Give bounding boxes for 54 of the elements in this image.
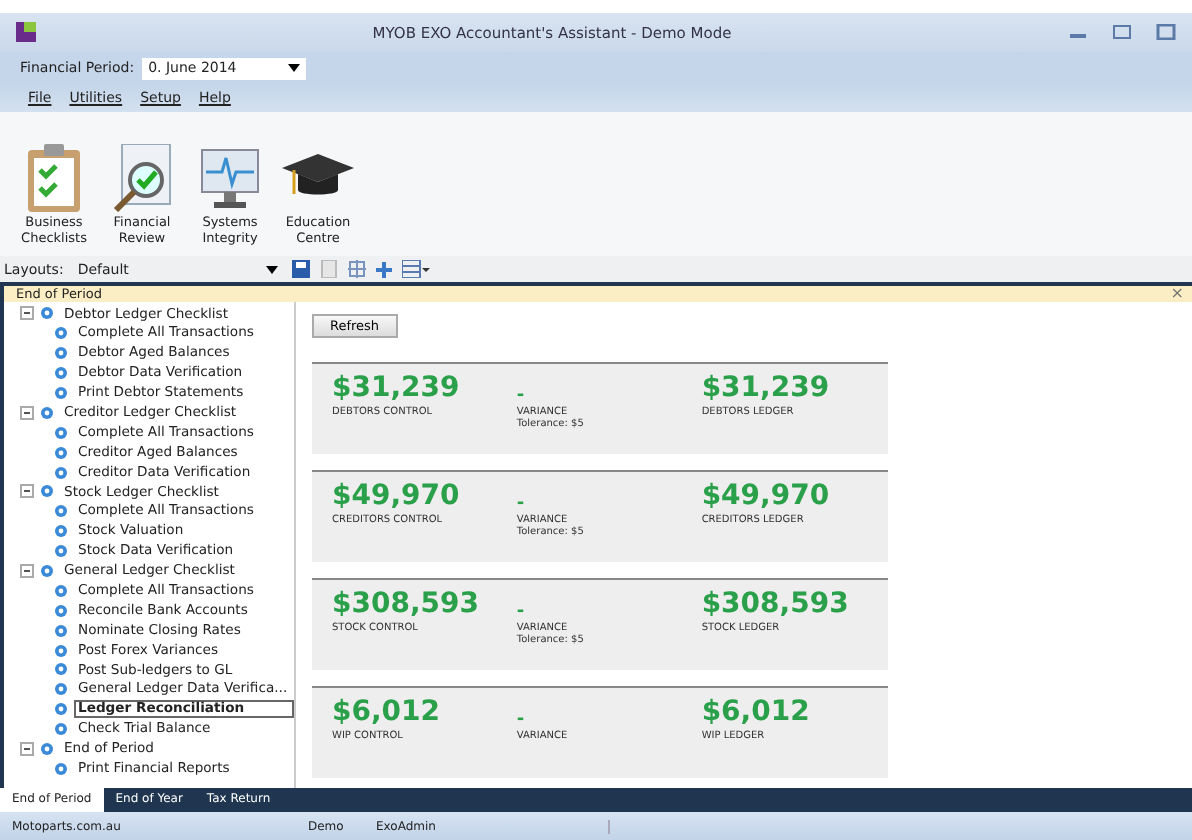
restore-icon[interactable] [1112,24,1132,40]
expander-icon[interactable] [20,484,34,499]
close-button[interactable]: × [1170,286,1184,302]
control-amount: $31,239 [332,372,460,406]
bullet-icon [54,662,68,677]
bullet-icon [54,702,68,717]
variance-value: - [516,496,525,514]
bullet-icon [54,445,68,460]
ledger-amount: $49,970 [701,480,830,514]
bullet-icon [40,405,54,420]
bullet-icon [54,682,68,697]
variance-value: - [516,388,525,406]
variance-value: - [516,604,525,622]
bullet-icon [54,346,68,361]
bullet-icon [54,623,68,638]
control-amount: $308,593 [332,588,480,622]
bullet-icon [54,326,68,341]
bullet-icon [54,643,68,658]
expander-icon[interactable] [20,405,34,420]
variance-value: - [516,712,525,730]
caret-icon [265,265,278,273]
bullet-icon [40,742,54,757]
control-amount: $49,970 [332,480,460,514]
bullet-icon [40,306,54,321]
columns-icon[interactable] [401,260,430,278]
bullet-icon [54,524,68,539]
bullet-icon [54,465,68,480]
ledger-amount: $6,012 [701,696,810,730]
magnifier-check-icon [112,144,172,213]
bullet-icon [54,386,68,400]
app-icon [16,22,36,42]
bullet-icon [54,504,68,519]
monitor-pulse-icon [200,144,260,213]
ledger-amount: $31,239 [701,372,830,406]
grid-icon[interactable] [347,260,366,278]
bullet-icon [54,603,68,618]
expander-icon[interactable] [20,306,34,321]
bullet-icon [54,544,68,559]
clipboard-icon [24,144,84,213]
plus-icon[interactable] [375,261,392,277]
bullet-icon [54,425,68,440]
save-icon[interactable] [291,260,310,278]
expander-icon[interactable] [20,742,34,757]
maximize-icon[interactable] [1156,24,1176,40]
caret-icon [288,64,301,72]
bullet-icon [54,722,68,737]
bullet-icon [54,366,68,381]
bullet-icon [40,484,54,499]
bullet-icon [54,761,68,776]
control-amount: $6,012 [332,696,441,730]
bullet-icon [40,564,54,579]
expander-icon[interactable] [20,564,34,579]
bullet-icon [54,583,68,598]
ledger-amount: $308,593 [701,588,849,622]
